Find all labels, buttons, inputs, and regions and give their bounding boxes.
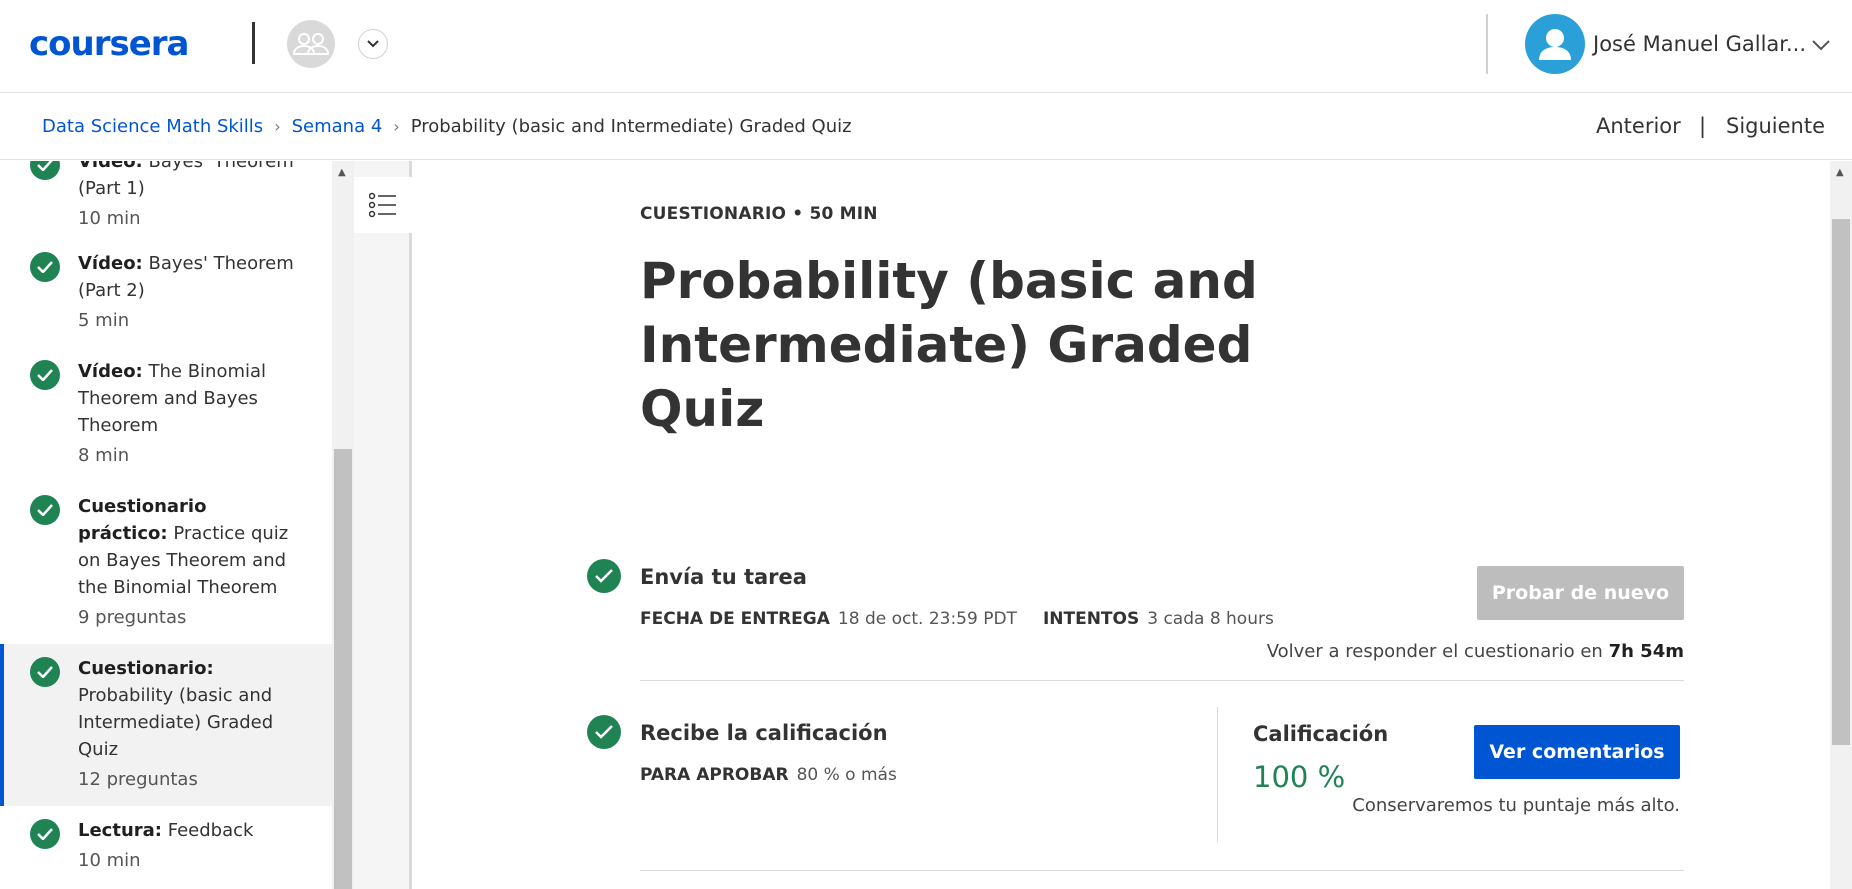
scrollbar-thumb[interactable] <box>1832 219 1850 745</box>
user-menu-button[interactable] <box>1812 36 1830 55</box>
completed-check-icon <box>30 360 60 390</box>
breadcrumb-course-link[interactable]: Data Science Math Skills <box>42 116 263 137</box>
due-label: FECHA DE ENTREGA <box>640 609 830 629</box>
main-scrollbar[interactable]: ▲ <box>1830 161 1852 889</box>
sidebar-item[interactable]: Vídeo: Bayes' Theorem (Part 1) 10 min <box>0 161 332 232</box>
item-duration: 10 min <box>78 850 141 871</box>
scrollbar-thumb[interactable] <box>334 449 352 889</box>
attempts-value: 3 cada 8 hours <box>1147 609 1274 629</box>
completed-check-icon <box>30 657 60 687</box>
scroll-up-icon[interactable]: ▲ <box>338 167 346 178</box>
item-type: Vídeo: <box>78 161 143 172</box>
retry-button[interactable]: Probar de nuevo <box>1477 566 1684 620</box>
list-icon <box>369 192 396 218</box>
grade-divider <box>1217 707 1218 842</box>
due-value: 18 de oct. 23:59 PDT <box>837 609 1017 629</box>
retry-note: Volver a responder el cuestionario en 7h… <box>1267 641 1684 662</box>
user-name[interactable]: José Manuel Gallar... <box>1593 32 1806 56</box>
pass-label: PARA APROBAR <box>640 765 789 785</box>
section-divider <box>640 870 1684 871</box>
retry-note-text: Volver a responder el cuestionario en <box>1266 641 1603 662</box>
item-type: Lectura: <box>78 820 162 841</box>
completed-check-icon <box>30 252 60 282</box>
breadcrumb-bar: Data Science Math Skills › Semana 4 › Pr… <box>0 94 1852 160</box>
pass-value: 80 % o más <box>796 765 897 785</box>
item-title: Feedback <box>167 820 254 841</box>
grade-step-title: Recibe la calificación <box>640 721 888 745</box>
completed-check-icon <box>30 495 60 525</box>
item-duration: 8 min <box>78 445 130 466</box>
top-header: coursera José Manuel Gallar... <box>0 0 1852 93</box>
scroll-up-icon[interactable]: ▲ <box>1836 167 1844 178</box>
chevron-down-icon <box>1812 40 1830 51</box>
user-icon <box>1539 29 1571 60</box>
grade-check-icon <box>587 715 621 749</box>
nav-separator: | <box>1699 114 1707 138</box>
sidebar-item-active[interactable]: Cuestionario: Probability (basic and Int… <box>0 644 332 806</box>
view-feedback-button[interactable]: Ver comentarios <box>1474 725 1680 779</box>
breadcrumb-current: Probability (basic and Intermediate) Gra… <box>410 116 852 137</box>
keep-highest-note: Conservaremos tu puntaje más alto. <box>1352 795 1680 816</box>
sidebar-item[interactable]: Vídeo: The Binomial Theorem and Bayes Th… <box>0 358 332 469</box>
main-content: CUESTIONARIO • 50 MIN Probability (basic… <box>415 161 1830 889</box>
user-avatar[interactable] <box>1525 14 1585 74</box>
retry-time: 7h 54m <box>1608 641 1684 662</box>
breadcrumb-week-link[interactable]: Semana 4 <box>292 116 383 137</box>
pass-meta: PARA APROBAR 80 % o más <box>640 765 897 785</box>
sidebar-item[interactable]: Lectura: Feedback 10 min <box>0 817 332 874</box>
submit-check-icon <box>587 559 621 593</box>
item-title: Probability (basic and Intermediate) Gra… <box>78 685 274 760</box>
next-button[interactable]: Siguiente <box>1726 114 1825 138</box>
submit-meta: FECHA DE ENTREGA 18 de oct. 23:59 PDT INTE… <box>640 609 1274 629</box>
previous-button[interactable]: Anterior <box>1596 114 1681 138</box>
toc-toggle-button[interactable] <box>354 177 412 233</box>
item-type: Vídeo: <box>78 253 143 274</box>
item-type: Cuestionario: <box>78 658 214 679</box>
page-title: Probability (basic and Intermediate) Gra… <box>640 252 1258 438</box>
organization-avatar[interactable] <box>287 20 335 68</box>
breadcrumb: Data Science Math Skills › Semana 4 › Pr… <box>42 116 852 137</box>
coursera-logo[interactable]: coursera <box>29 24 189 64</box>
grade-value: 100 % <box>1253 760 1346 794</box>
group-icon <box>292 33 330 55</box>
org-menu-button[interactable] <box>358 29 388 59</box>
section-divider <box>640 680 1684 681</box>
logo-divider <box>252 22 255 64</box>
item-duration: 10 min <box>78 208 141 229</box>
completed-check-icon <box>30 819 60 849</box>
chevron-right-icon: › <box>393 117 400 136</box>
sidebar-item[interactable]: Vídeo: Bayes' Theorem (Part 2) 5 min <box>0 250 332 334</box>
course-sidebar: Vídeo: Bayes' Theorem (Part 1) 10 min Ví… <box>0 161 332 889</box>
chevron-down-icon <box>367 40 379 48</box>
item-duration: 12 preguntas <box>78 769 198 790</box>
chevron-right-icon: › <box>274 117 281 136</box>
header-divider <box>1486 14 1488 74</box>
sidebar-item[interactable]: Cuestionario práctico: Practice quiz on … <box>0 493 332 631</box>
grade-label: Calificación <box>1253 722 1389 746</box>
completed-check-icon <box>30 161 60 180</box>
toc-strip <box>354 161 412 889</box>
item-duration: 9 preguntas <box>78 607 187 628</box>
item-duration: 5 min <box>78 310 130 331</box>
item-kicker: CUESTIONARIO • 50 MIN <box>640 204 878 224</box>
attempts-label: INTENTOS <box>1042 609 1140 629</box>
sidebar-scrollbar[interactable]: ▲ <box>332 161 354 889</box>
submit-title: Envía tu tarea <box>640 565 807 589</box>
item-type: Vídeo: <box>78 361 143 382</box>
